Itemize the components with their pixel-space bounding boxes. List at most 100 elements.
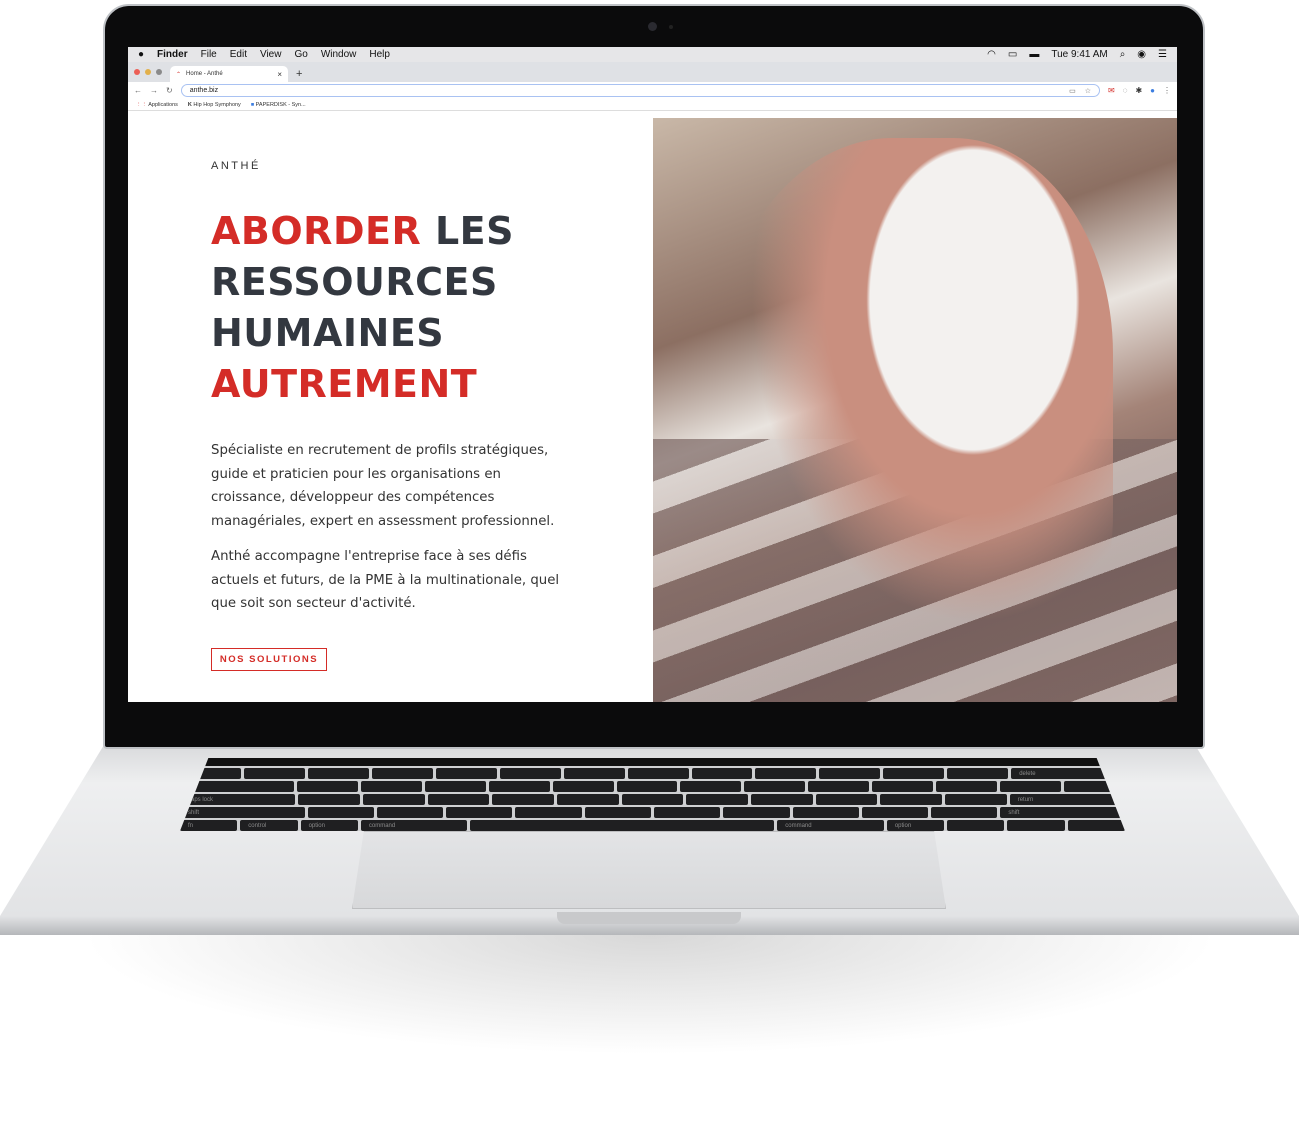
key-return: return bbox=[1009, 794, 1125, 805]
key bbox=[446, 807, 513, 818]
key bbox=[947, 768, 1009, 779]
spotlight-icon[interactable]: ⌕ bbox=[1120, 49, 1126, 60]
key bbox=[653, 807, 721, 818]
key bbox=[680, 781, 742, 792]
key bbox=[691, 768, 753, 779]
minimize-window-button[interactable] bbox=[145, 69, 151, 75]
key bbox=[563, 768, 625, 779]
key-arrow bbox=[1007, 820, 1065, 831]
address-bar[interactable]: anthe.biz ▭ ☆ bbox=[180, 84, 1100, 97]
key bbox=[515, 807, 582, 818]
menu-finder[interactable]: Finder bbox=[157, 49, 188, 60]
menu-go[interactable]: Go bbox=[294, 49, 307, 60]
key bbox=[552, 781, 614, 792]
cast-icon[interactable]: ▭ bbox=[1069, 87, 1076, 95]
breakdancer bbox=[713, 138, 1113, 678]
nos-solutions-button[interactable]: NOS SOLUTIONS bbox=[211, 648, 327, 671]
key-command-right: command bbox=[777, 820, 884, 831]
key bbox=[296, 781, 358, 792]
key bbox=[584, 807, 651, 818]
key bbox=[931, 807, 998, 818]
key bbox=[298, 794, 360, 805]
new-tab-button[interactable]: + bbox=[296, 68, 302, 80]
close-tab-icon[interactable]: × bbox=[277, 70, 282, 79]
key bbox=[627, 768, 689, 779]
siri-icon[interactable]: ◉ bbox=[1137, 49, 1146, 60]
key bbox=[808, 781, 870, 792]
key bbox=[492, 794, 555, 805]
key bbox=[307, 768, 369, 779]
key bbox=[557, 794, 619, 805]
hero-text-panel: ANTHÉ ABORDER LES RESSOURCES HUMAINES AU… bbox=[128, 118, 653, 702]
key bbox=[499, 768, 561, 779]
back-icon[interactable]: ← bbox=[134, 86, 142, 95]
key bbox=[616, 781, 678, 792]
website: ANTHÉ ABORDER LES RESSOURCES HUMAINES AU… bbox=[128, 118, 1177, 702]
extensions-puzzle-icon[interactable]: ✱ bbox=[1135, 86, 1142, 95]
key bbox=[427, 794, 490, 805]
key bbox=[755, 768, 817, 779]
key bbox=[819, 768, 881, 779]
reload-icon[interactable]: ↻ bbox=[166, 86, 173, 95]
bookmark-star-icon[interactable]: ☆ bbox=[1085, 87, 1091, 95]
apple-icon[interactable]: ● bbox=[138, 49, 144, 60]
trackpad bbox=[352, 831, 946, 909]
extension-icon[interactable]: ◌ bbox=[1123, 86, 1128, 95]
site-logo[interactable]: ANTHÉ bbox=[211, 160, 261, 172]
bookmark-favicon-icon: ■ bbox=[250, 101, 255, 108]
screen: ● Finder File Edit View Go Window Help ◠… bbox=[128, 47, 1177, 702]
mac-menubar: ● Finder File Edit View Go Window Help ◠… bbox=[128, 47, 1177, 62]
bookmark-applications[interactable]: ⋮⋮ Applications bbox=[136, 102, 178, 108]
bookmarks-bar: ⋮⋮ Applications K Hip Hop Symphony ■ PAP… bbox=[128, 99, 1177, 111]
key-control: control bbox=[240, 820, 298, 831]
keyboard: delete tab caps lockreturn shiftshift fn… bbox=[180, 758, 1125, 831]
nav-bar: ← → ↻ anthe.biz ▭ ☆ ✉ ◌ ✱ ● ⋮ bbox=[128, 82, 1177, 99]
key-option-right: option bbox=[886, 820, 945, 831]
airplay-icon[interactable]: ▭ bbox=[1008, 49, 1017, 60]
menu-edit[interactable]: Edit bbox=[230, 49, 247, 60]
key-command: command bbox=[360, 820, 468, 831]
key bbox=[243, 768, 305, 779]
profile-icon[interactable]: ● bbox=[1150, 86, 1155, 95]
battery-icon[interactable]: ▬ bbox=[1029, 49, 1039, 60]
tab-title: Home - Anthé bbox=[186, 71, 223, 77]
zoom-window-button[interactable] bbox=[156, 69, 162, 75]
tab-home[interactable]: ⌃ Home - Anthé × bbox=[170, 66, 288, 82]
key bbox=[861, 807, 929, 818]
tab-bar: ⌃ Home - Anthé × + bbox=[128, 62, 1177, 82]
key bbox=[376, 807, 444, 818]
hero-headline: ABORDER LES RESSOURCES HUMAINES AUTREMEN… bbox=[211, 209, 514, 406]
wifi-icon[interactable]: ◠ bbox=[987, 49, 996, 60]
key bbox=[488, 781, 550, 792]
key bbox=[792, 807, 859, 818]
notification-center-icon[interactable]: ☰ bbox=[1158, 49, 1167, 60]
clock[interactable]: Tue 9:41 AM bbox=[1051, 49, 1107, 60]
key bbox=[936, 781, 998, 792]
camera-light bbox=[669, 25, 673, 29]
key bbox=[371, 768, 433, 779]
extension-mail-icon[interactable]: ✉ bbox=[1108, 86, 1115, 95]
lid-notch bbox=[557, 912, 741, 924]
laptop-shadow bbox=[80, 935, 1220, 1055]
key bbox=[872, 781, 934, 792]
favicon-icon: ⌃ bbox=[176, 71, 182, 78]
menu-view[interactable]: View bbox=[260, 49, 282, 60]
key bbox=[424, 781, 486, 792]
key-option: option bbox=[300, 820, 358, 831]
close-window-button[interactable] bbox=[134, 69, 140, 75]
menu-file[interactable]: File bbox=[201, 49, 217, 60]
menu-window[interactable]: Window bbox=[321, 49, 357, 60]
key bbox=[744, 781, 806, 792]
menu-help[interactable]: Help bbox=[369, 49, 390, 60]
bookmark-paperdisk[interactable]: ■ PAPERDISK - Syn... bbox=[251, 102, 306, 108]
forward-icon[interactable]: → bbox=[150, 86, 158, 95]
camera bbox=[648, 22, 657, 31]
key-caps-lock: caps lock bbox=[180, 794, 296, 805]
key bbox=[815, 794, 878, 805]
bookmark-hip-hop-symphony[interactable]: K Hip Hop Symphony bbox=[188, 102, 241, 108]
apps-grid-icon: ⋮⋮ bbox=[136, 101, 147, 108]
key bbox=[435, 768, 497, 779]
key bbox=[621, 794, 684, 805]
menu-kebab-icon[interactable]: ⋮ bbox=[1163, 86, 1171, 95]
secondary-paragraph: Anthé accompagne l'entreprise face à ses… bbox=[211, 549, 560, 611]
